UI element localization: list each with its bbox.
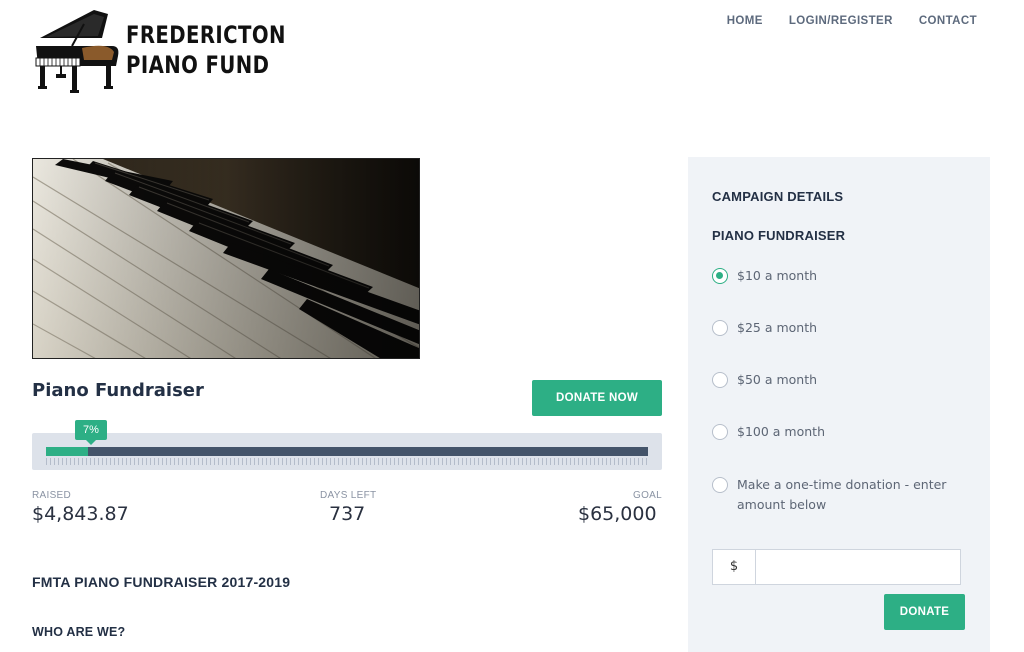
goal-label: GOAL (633, 490, 662, 501)
campaign-title: Piano Fundraiser (32, 380, 204, 401)
donate-button[interactable]: DONATE (884, 594, 965, 630)
progress-bar (32, 433, 662, 470)
option-label: $10 a month (737, 268, 818, 283)
progress-fill (46, 447, 89, 456)
radio-10-month[interactable] (712, 268, 728, 284)
campaign-image (32, 158, 420, 359)
nav-home[interactable]: HOME (727, 15, 763, 27)
logo-text: FREDERICTON PIANO FUND (126, 20, 286, 80)
progress-percent-badge: 7% (75, 420, 107, 445)
logo-line-2: PIANO FUND (126, 51, 270, 79)
main-nav: HOME LOGIN/REGISTER CONTACT (727, 15, 977, 27)
option-50-month[interactable]: $50 a month (712, 370, 962, 390)
donation-amount-input[interactable] (756, 550, 960, 584)
progress-track (46, 447, 648, 456)
content-heading: FMTA PIANO FUNDRAISER 2017-2019 (32, 574, 291, 590)
radio-50-month[interactable] (712, 372, 728, 388)
days-left-label: DAYS LEFT (320, 490, 377, 501)
option-25-month[interactable]: $25 a month (712, 318, 962, 338)
days-left-value: 737 (329, 503, 366, 525)
piano-fundraiser-heading: PIANO FUNDRAISER (712, 228, 846, 243)
option-10-month[interactable]: $10 a month (712, 266, 962, 286)
nav-login-register[interactable]: LOGIN/REGISTER (789, 15, 893, 27)
option-label: $100 a month (737, 424, 825, 439)
campaign-details-sidebar: CAMPAIGN DETAILS PIANO FUNDRAISER $10 a … (688, 157, 990, 652)
who-are-we-heading: WHO ARE WE? (32, 625, 126, 639)
option-label: $25 a month (737, 320, 818, 335)
option-100-month[interactable]: $100 a month (712, 422, 962, 442)
amount-input-group: $ (712, 549, 961, 585)
currency-prefix: $ (713, 550, 756, 584)
goal-value: $65,000 (578, 503, 657, 525)
option-one-time[interactable]: Make a one-time donation - enter amount … (712, 475, 962, 515)
site-logo[interactable]: FREDERICTON PIANO FUND (32, 8, 285, 96)
piano-keys-image (33, 159, 419, 358)
radio-25-month[interactable] (712, 320, 728, 336)
donate-now-button[interactable]: DONATE NOW (532, 380, 662, 416)
progress-ticks (46, 458, 648, 465)
raised-value: $4,843.87 (32, 503, 129, 525)
raised-label: RAISED (32, 490, 72, 501)
radio-one-time[interactable] (712, 477, 728, 493)
option-label: Make a one-time donation - enter amount … (737, 477, 947, 512)
radio-100-month[interactable] (712, 424, 728, 440)
nav-contact[interactable]: CONTACT (919, 15, 977, 27)
campaign-details-heading: CAMPAIGN DETAILS (712, 189, 844, 204)
grand-piano-icon (35, 10, 119, 93)
logo-line-1: FREDERICTON (126, 21, 286, 49)
option-label: $50 a month (737, 372, 818, 387)
